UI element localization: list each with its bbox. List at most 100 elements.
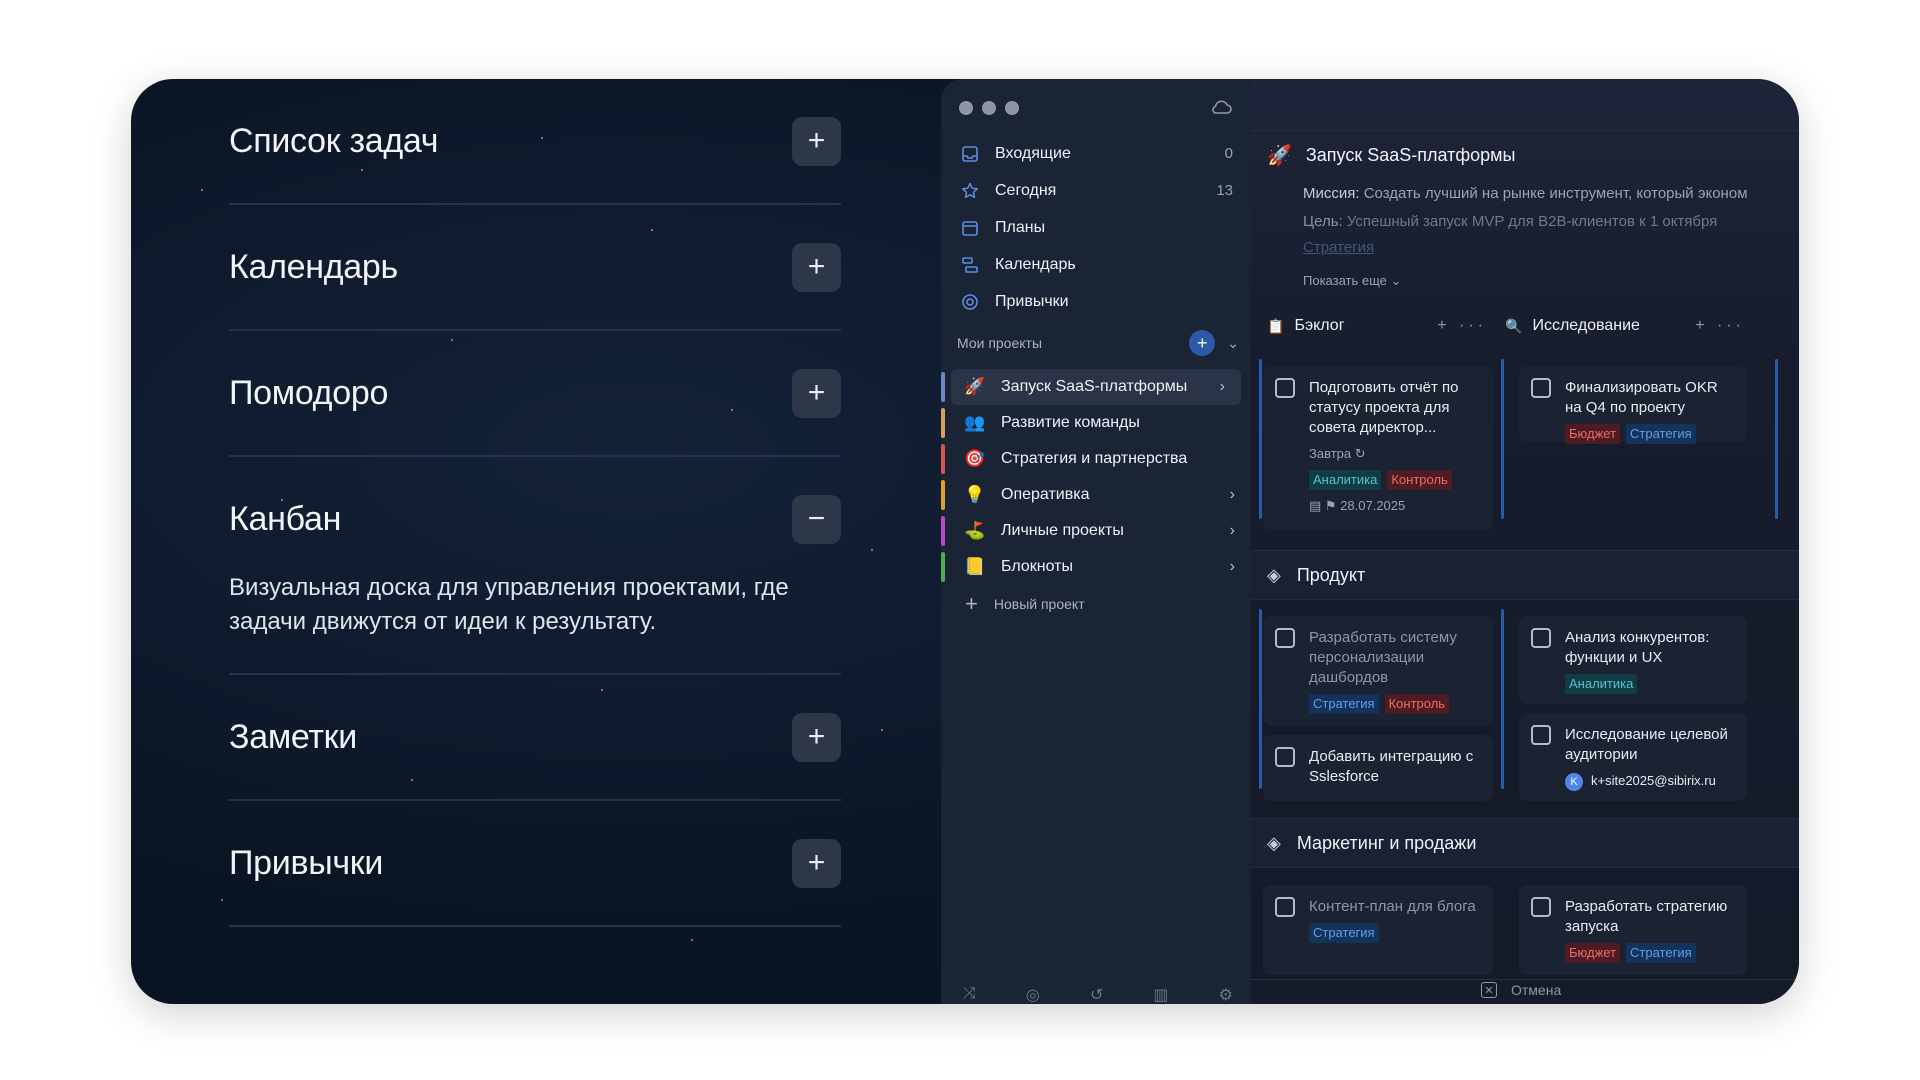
gear-icon[interactable]: ⚙	[1219, 985, 1233, 1004]
accordion-title[interactable]: Привычки	[229, 844, 383, 883]
add-project-button[interactable]: +	[1189, 330, 1216, 356]
task-card[interactable]: Разработать стратегию запуска Бюджет Стр…	[1519, 885, 1747, 975]
task-assignee: Kk+site2025@sibirix.ru	[1565, 771, 1737, 791]
chevron-down-icon[interactable]: ⌄	[1227, 335, 1239, 352]
project-label: Блокноты	[1001, 558, 1073, 575]
strategy-link[interactable]: Стратегия	[1303, 239, 1374, 256]
cloud-sync-icon[interactable]	[1209, 97, 1233, 117]
maximize-window-button[interactable]	[1005, 101, 1019, 115]
task-tags: Бюджет Стратегия	[1565, 943, 1737, 963]
task-tags: Бюджет Стратегия	[1565, 424, 1737, 444]
column-accent	[1501, 359, 1504, 519]
task-card[interactable]: Анализ конкурентов: функции и UX Аналити…	[1519, 616, 1747, 704]
column-header-backlog[interactable]: 📋 Бэклог + ···	[1267, 306, 1487, 346]
magnifier-icon: 🔍	[1505, 317, 1523, 334]
project-item-personal[interactable]: ⛳ Личные проекты ›	[941, 513, 1251, 549]
project-label: Запуск SaaS-платформы	[1001, 378, 1188, 395]
expand-button[interactable]: +	[792, 838, 841, 888]
expand-button[interactable]: +	[792, 242, 841, 292]
chevron-right-icon[interactable]: ›	[1230, 558, 1235, 576]
rocket-icon: 🚀	[964, 377, 986, 396]
task-card[interactable]: Финализировать OKR на Q4 по проекту Бюдж…	[1519, 366, 1747, 444]
tag: Аналитика	[1309, 470, 1382, 490]
nav-item-habits[interactable]: Привычки	[955, 283, 1237, 320]
project-item-saas[interactable]: 🚀 Запуск SaaS-платформы ›	[941, 369, 1241, 405]
board-toolbar	[1251, 79, 1799, 131]
nav-count: 0	[1224, 145, 1233, 162]
section-title: Продукт	[1296, 564, 1366, 585]
task-checkbox[interactable]	[1531, 725, 1551, 745]
star-icon	[959, 180, 981, 202]
new-project-button[interactable]: + Новый проект	[965, 591, 1085, 617]
window-controls	[959, 101, 1019, 115]
expand-button[interactable]: +	[792, 712, 841, 762]
minimize-window-button[interactable]	[982, 101, 996, 115]
task-checkbox[interactable]	[1275, 747, 1295, 767]
accordion-title[interactable]: Календарь	[229, 248, 398, 287]
task-checkbox[interactable]	[1275, 378, 1295, 398]
chevron-right-icon[interactable]: ›	[1230, 522, 1235, 540]
accordion-title[interactable]: Заметки	[229, 718, 357, 757]
collapse-button[interactable]: −	[792, 494, 841, 544]
task-title: Добавить интеграцию с Sslesforce	[1309, 748, 1474, 785]
nav-item-inbox[interactable]: Входящие 0	[955, 135, 1237, 172]
projects-header-label: Мои проекты	[957, 335, 1043, 351]
trash-icon[interactable]: ▥	[1153, 985, 1168, 1004]
close-window-button[interactable]	[959, 101, 973, 115]
task-checkbox[interactable]	[1275, 897, 1295, 917]
project-goal: Цель: Успешный запуск MVP для B2B-клиент…	[1303, 213, 1717, 230]
accordion-title[interactable]: Канбан	[229, 500, 341, 539]
column-title: Бэклог	[1294, 317, 1345, 334]
golf-flag-icon: ⛳	[964, 521, 986, 540]
project-item-operations[interactable]: 💡 Оперативка ›	[941, 477, 1251, 513]
task-tags: Стратегия	[1309, 923, 1483, 943]
column-add-button[interactable]: + ···	[1437, 317, 1487, 335]
task-checkbox[interactable]	[1275, 628, 1295, 648]
accordion-title[interactable]: Список задач	[229, 122, 438, 161]
accordion-title[interactable]: Помодоро	[229, 374, 388, 413]
tag: Бюджет	[1565, 424, 1621, 444]
column-accent	[1259, 359, 1262, 519]
project-board: 🚀 Запуск SaaS-платформы Миссия: Создать …	[1251, 79, 1799, 1004]
task-card[interactable]: Разработать систему персонализации дашбо…	[1263, 616, 1493, 726]
show-more-button[interactable]: Показать еще ⌄	[1303, 273, 1401, 289]
chevron-right-icon[interactable]: ›	[1230, 486, 1235, 504]
nav-item-plans[interactable]: Планы	[955, 209, 1237, 246]
eye-icon[interactable]: ◎	[1026, 985, 1040, 1004]
task-card[interactable]: Добавить интеграцию с Sslesforce	[1263, 735, 1493, 801]
accordion-item-notes: Заметки +	[229, 675, 841, 801]
rocket-icon: 🚀	[1267, 145, 1292, 167]
nav-item-calendar[interactable]: Календарь	[955, 246, 1237, 283]
new-project-label: Новый проект	[993, 596, 1085, 612]
cancel-label: Отмена	[1511, 982, 1562, 998]
task-card[interactable]: Контент-план для блога Стратегия	[1263, 885, 1493, 975]
task-tags: Стратегия Контроль	[1309, 694, 1483, 714]
task-card[interactable]: Исследование целевой аудитории Kk+site20…	[1519, 713, 1747, 801]
chevron-right-icon[interactable]: ›	[1220, 378, 1225, 396]
task-title: Разработать стратегию запуска	[1565, 898, 1728, 935]
close-icon: ✕	[1481, 982, 1497, 998]
section-header[interactable]: ◈ Продукт	[1251, 550, 1799, 600]
column-header-research[interactable]: 🔍 Исследование + ···	[1505, 306, 1745, 346]
section-header[interactable]: ◈ Маркетинг и продажи	[1251, 818, 1799, 868]
history-icon[interactable]: ↺	[1090, 985, 1103, 1004]
tag: Стратегия	[1626, 943, 1696, 963]
task-checkbox[interactable]	[1531, 628, 1551, 648]
project-item-strategy[interactable]: 🎯 Стратегия и партнерства	[941, 441, 1251, 477]
task-card[interactable]: Подготовить отчёт по статусу проекта для…	[1263, 366, 1493, 530]
column-add-button[interactable]: + ···	[1695, 317, 1745, 335]
nav-item-today[interactable]: Сегодня 13	[955, 172, 1237, 209]
task-title: Разработать систему персонализации дашбо…	[1309, 629, 1457, 686]
due-label: Завтра	[1309, 446, 1352, 461]
goal-label: Цель:	[1303, 213, 1343, 230]
task-checkbox[interactable]	[1531, 378, 1551, 398]
project-item-team[interactable]: 👥 Развитие команды	[941, 405, 1251, 441]
task-checkbox[interactable]	[1531, 897, 1551, 917]
expand-button[interactable]: +	[792, 368, 841, 418]
sidebar: Входящие 0 Сегодня 13 Планы Календарь Пр…	[941, 79, 1251, 1004]
tag: Контроль	[1384, 694, 1450, 714]
project-item-notebooks[interactable]: 📒 Блокноты ›	[941, 549, 1251, 585]
expand-button[interactable]: +	[792, 116, 841, 166]
shuffle-icon[interactable]: ⤨	[963, 985, 976, 1004]
cancel-button[interactable]: ✕ Отмена	[1481, 982, 1561, 998]
